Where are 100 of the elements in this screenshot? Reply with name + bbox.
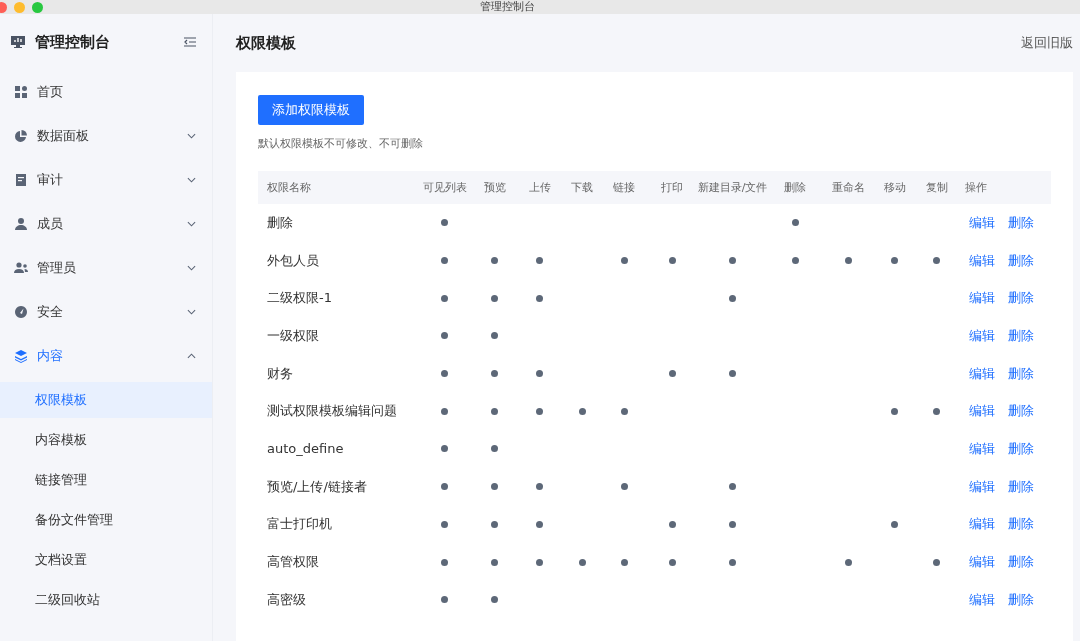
permission-dot [491, 483, 498, 491]
permission-dot [536, 558, 543, 566]
sidebar-item[interactable]: 成员 [0, 202, 212, 246]
column-header: 操作 [965, 180, 987, 195]
sidebar-item[interactable]: 数据面板 [0, 114, 212, 158]
template-name: 预览/上传/链接者 [267, 477, 367, 496]
permission-dot [729, 483, 736, 491]
delete-link[interactable]: 删除 [1008, 213, 1034, 232]
edit-link[interactable]: 编辑 [969, 289, 995, 308]
delete-link[interactable]: 删除 [1008, 515, 1034, 534]
permission-dot [668, 370, 676, 378]
template-name: 外包人员 [267, 251, 319, 270]
template-name: 高密级 [267, 590, 306, 609]
back-to-old-version-link[interactable]: 返回旧版 [1021, 34, 1073, 52]
column-header: 重命名 [831, 180, 865, 195]
sidebar-subitem[interactable]: 链接管理 [0, 462, 212, 498]
sidebar-subitem[interactable]: 备份文件管理 [0, 502, 212, 538]
grid-icon [14, 85, 28, 99]
permission-dot [491, 520, 498, 528]
permission-dot [668, 558, 676, 566]
sidebar-subitem[interactable]: 内容模板 [0, 422, 212, 458]
template-name: 删除 [267, 213, 293, 232]
column-header: 预览 [483, 180, 506, 195]
permission-dot [891, 257, 898, 265]
delete-link[interactable]: 删除 [1008, 289, 1034, 308]
permission-dot [441, 257, 448, 265]
page-title: 权限模板 [236, 33, 296, 53]
delete-link[interactable]: 删除 [1008, 402, 1034, 421]
edit-link[interactable]: 编辑 [969, 402, 995, 421]
permission-dot [441, 370, 448, 378]
edit-link[interactable]: 编辑 [969, 439, 995, 458]
column-header: 复制 [925, 180, 948, 195]
permission-dot [578, 558, 586, 566]
person-icon [14, 217, 28, 231]
sidebar-item[interactable]: 审计 [0, 158, 212, 202]
permission-dot [620, 483, 628, 491]
column-header: 链接 [613, 180, 635, 195]
window-title: 管理控制台 [480, 1, 535, 13]
sidebar-item[interactable]: 安全 [0, 290, 212, 334]
template-name: 高管权限 [267, 553, 319, 572]
permission-dot [491, 332, 498, 340]
permission-dot [441, 407, 448, 415]
edit-link[interactable]: 编辑 [969, 477, 995, 496]
collapse-menu-icon[interactable] [184, 37, 196, 47]
sidebar-subitem[interactable]: 权限模板 [0, 382, 212, 418]
delete-link[interactable]: 删除 [1008, 251, 1034, 270]
column-header: 权限名称 [267, 180, 311, 195]
template-name: 二级权限-1 [267, 289, 332, 308]
delete-link[interactable]: 删除 [1008, 326, 1034, 345]
column-header: 移动 [883, 180, 906, 195]
edit-link[interactable]: 编辑 [969, 326, 995, 345]
delete-link[interactable]: 删除 [1008, 590, 1034, 609]
permission-dot [491, 257, 498, 265]
permission-dot [729, 370, 736, 378]
sidebar-item[interactable]: 首页 [0, 70, 212, 114]
zoom-window-button[interactable] [32, 1, 43, 13]
permission-dot [891, 520, 898, 528]
sidebar-item[interactable]: 管理员 [0, 246, 212, 290]
delete-link[interactable]: 删除 [1008, 553, 1034, 572]
permission-dot [441, 445, 448, 453]
permission-dot [791, 219, 799, 227]
permission-dot [729, 520, 736, 528]
permission-dot [891, 407, 898, 415]
permission-dot [620, 407, 628, 415]
edit-link[interactable]: 编辑 [969, 515, 995, 534]
column-header: 可见列表 [422, 180, 467, 195]
column-header: 上传 [528, 180, 551, 195]
column-header: 下载 [571, 180, 593, 195]
permission-dot [536, 407, 543, 415]
permission-dot [536, 483, 543, 491]
edit-link[interactable]: 编辑 [969, 213, 995, 232]
permission-dot [933, 558, 940, 566]
permission-dot [620, 257, 628, 265]
permission-dot [729, 558, 736, 566]
edit-link[interactable]: 编辑 [969, 364, 995, 383]
permission-dot [668, 520, 676, 528]
permission-dot [491, 370, 498, 378]
template-name: 财务 [267, 364, 293, 383]
edit-link[interactable]: 编辑 [969, 251, 995, 270]
permission-dot [491, 294, 498, 302]
permission-dot [441, 483, 448, 491]
permission-dot [729, 294, 736, 302]
minimize-window-button[interactable] [14, 1, 25, 13]
add-template-button[interactable]: 添加权限模板 [258, 95, 364, 125]
layers-icon [14, 349, 28, 363]
edit-link[interactable]: 编辑 [969, 553, 995, 572]
template-name: 测试权限模板编辑问题 [267, 402, 397, 421]
sidebar-item[interactable]: 内容 [0, 334, 212, 378]
permission-dot [933, 407, 940, 415]
column-header: 新建目录/文件 [697, 180, 768, 195]
sidebar-subitem[interactable]: 二级回收站 [0, 582, 212, 618]
delete-link[interactable]: 删除 [1008, 439, 1034, 458]
delete-link[interactable]: 删除 [1008, 477, 1034, 496]
permission-dot [729, 257, 736, 265]
permission-dot [536, 520, 543, 528]
delete-link[interactable]: 删除 [1008, 364, 1034, 383]
edit-link[interactable]: 编辑 [969, 590, 995, 609]
monitor-icon [10, 34, 26, 50]
sidebar-subitem[interactable]: 文档设置 [0, 542, 212, 578]
permission-dot [491, 445, 498, 453]
